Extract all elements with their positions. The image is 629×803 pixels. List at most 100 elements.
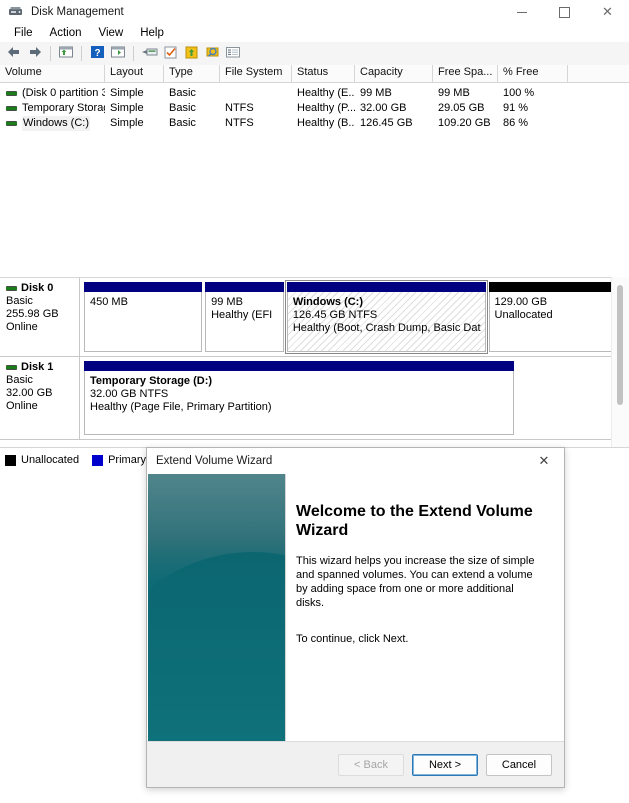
disk-status: Online [6, 321, 38, 333]
close-button[interactable]: ✕ [586, 0, 629, 24]
legend-swatch-primary-partition [92, 454, 104, 466]
disk-management-window: Disk Management ✕ File Action View Help [0, 0, 629, 803]
disk-status: Online [6, 400, 38, 412]
create-volume-button[interactable] [181, 44, 201, 63]
next-button[interactable]: Next > [412, 753, 478, 776]
window-controls: ✕ [500, 0, 629, 24]
cell-file-system: NTFS [225, 102, 254, 114]
show-details-button[interactable] [223, 44, 243, 63]
table-row[interactable]: (Disk 0 partition 3) Simple Basic Health… [0, 86, 629, 101]
back-button[interactable]: < Back [338, 753, 404, 776]
properties-button[interactable] [139, 44, 159, 63]
partition-temporary-storage-d[interactable]: Temporary Storage (D:) 32.00 GB NTFS Hea… [84, 361, 514, 435]
toolbar-separator [50, 46, 51, 61]
scrollbar-thumb[interactable] [617, 285, 623, 405]
volume-icon [6, 106, 17, 111]
close-icon: ✕ [538, 453, 550, 469]
cell-file-system: NTFS [225, 117, 254, 129]
volume-list-pane: Volume Layout Type File System Status Ca… [0, 65, 629, 277]
disk-size: 32.00 GB [6, 387, 53, 399]
partition-status: Unallocated [494, 309, 553, 321]
partition-color-bar [205, 282, 284, 292]
partition-body: 99 MB Healthy (EFI [205, 292, 284, 352]
wizard-body: Welcome to the Extend Volume Wizard This… [147, 474, 564, 742]
toolbar-separator [133, 46, 134, 61]
window-title: Disk Management [31, 6, 124, 18]
disk-info-disk-0[interactable]: Disk 0 Basic 255.98 GB Online [0, 278, 80, 357]
partition-size: 32.00 GB NTFS [90, 388, 169, 400]
column-header-percent-free[interactable]: % Free [498, 65, 568, 82]
cell-status: Healthy (P... [297, 102, 355, 114]
cell-volume: (Disk 0 partition 3) [0, 86, 105, 101]
cell-layout: Simple [110, 117, 144, 129]
disk-type: Basic [6, 295, 33, 307]
menu-help[interactable]: Help [132, 26, 173, 41]
partition-windows-c[interactable]: Windows (C:) 126.45 GB NTFS Healthy (Boo… [284, 280, 488, 354]
table-row[interactable]: Windows (C:) Simple Basic NTFS Healthy (… [0, 116, 629, 131]
disk-info-disk-1[interactable]: Disk 1 Basic 32.00 GB Online [0, 357, 80, 440]
cell-type: Basic [169, 102, 196, 114]
cell-status: Healthy (B... [297, 117, 355, 129]
cell-free-space: 109.20 GB [438, 117, 491, 129]
wizard-titlebar: Extend Volume Wizard ✕ [147, 448, 564, 474]
menu-action[interactable]: Action [42, 26, 91, 41]
disk-type: Basic [6, 374, 33, 386]
volume-icon [6, 121, 17, 126]
wizard-content: Welcome to the Extend Volume Wizard This… [286, 474, 564, 742]
back-button[interactable] [4, 44, 24, 63]
forward-button[interactable] [25, 44, 45, 63]
partition-status: Healthy (Page File, Primary Partition) [90, 401, 272, 413]
cell-type: Basic [169, 117, 196, 129]
partition-title: Windows (C:) [292, 296, 364, 308]
column-header-type[interactable]: Type [164, 65, 220, 82]
back-icon [6, 45, 22, 62]
partition-body: Windows (C:) 126.45 GB NTFS Healthy (Boo… [286, 292, 486, 352]
disk-name: Disk 0 [21, 282, 54, 294]
close-icon: ✕ [602, 4, 613, 20]
toolbar-separator [81, 46, 82, 61]
cell-percent-free: 91 % [503, 102, 529, 114]
toolbar: ? [0, 42, 629, 66]
table-row[interactable]: Temporary Storag... Simple Basic NTFS He… [0, 101, 629, 116]
volume-name: (Disk 0 partition 3) [22, 87, 105, 99]
partition-body: Temporary Storage (D:) 32.00 GB NTFS Hea… [84, 371, 514, 435]
partition-unallocated[interactable]: 129.00 GB Unallocated [488, 282, 625, 352]
column-header-capacity[interactable]: Capacity [355, 65, 433, 82]
column-header-file-system[interactable]: File System [220, 65, 292, 82]
cancel-button[interactable]: Cancel [486, 753, 552, 776]
column-header-free-space[interactable]: Free Spa... [433, 65, 498, 82]
show-hide-console-tree-button[interactable] [108, 44, 128, 63]
rescan-disks-button[interactable] [160, 44, 180, 63]
wizard-footer: < Back Next > Cancel [147, 741, 564, 787]
column-header-spare[interactable] [568, 65, 629, 82]
volume-icon [6, 91, 17, 96]
column-header-layout[interactable]: Layout [105, 65, 164, 82]
column-header-volume[interactable]: Volume [0, 65, 105, 82]
partition-efi[interactable]: 99 MB Healthy (EFI [205, 282, 284, 352]
wizard-paragraph-2: To continue, click Next. [296, 633, 409, 645]
disk-row-disk-1: Disk 1 Basic 32.00 GB Online Temporary S… [0, 357, 629, 440]
up-one-level-button[interactable] [56, 44, 76, 63]
forward-icon [27, 45, 43, 62]
graphical-view-scrollbar[interactable] [611, 277, 629, 447]
menu-file[interactable]: File [6, 26, 42, 41]
wizard-heading: Welcome to the Extend Volume Wizard [296, 503, 533, 539]
properties-icon [141, 45, 158, 62]
minimize-button[interactable] [500, 0, 543, 24]
menu-view[interactable]: View [91, 26, 133, 41]
search-button[interactable] [202, 44, 222, 63]
wizard-title: Extend Volume Wizard [156, 455, 273, 467]
maximize-button[interactable] [543, 0, 586, 24]
partition-size: 126.45 GB NTFS [292, 309, 378, 321]
cell-volume: Temporary Storag... [0, 101, 105, 116]
extend-volume-wizard-dialog: Extend Volume Wizard ✕ Welcome to the Ex… [146, 447, 565, 788]
wizard-paragraph-1: This wizard helps you increase the size … [296, 555, 535, 609]
help-button[interactable]: ? [87, 44, 107, 63]
partition-body: 129.00 GB Unallocated [488, 292, 625, 352]
wizard-close-button[interactable]: ✕ [524, 448, 564, 474]
cell-capacity: 32.00 GB [360, 102, 407, 114]
disk-icon [6, 364, 17, 370]
banner-arc-shape [148, 552, 285, 742]
partition-recovery[interactable]: 450 MB [84, 282, 203, 352]
column-header-status[interactable]: Status [292, 65, 355, 82]
